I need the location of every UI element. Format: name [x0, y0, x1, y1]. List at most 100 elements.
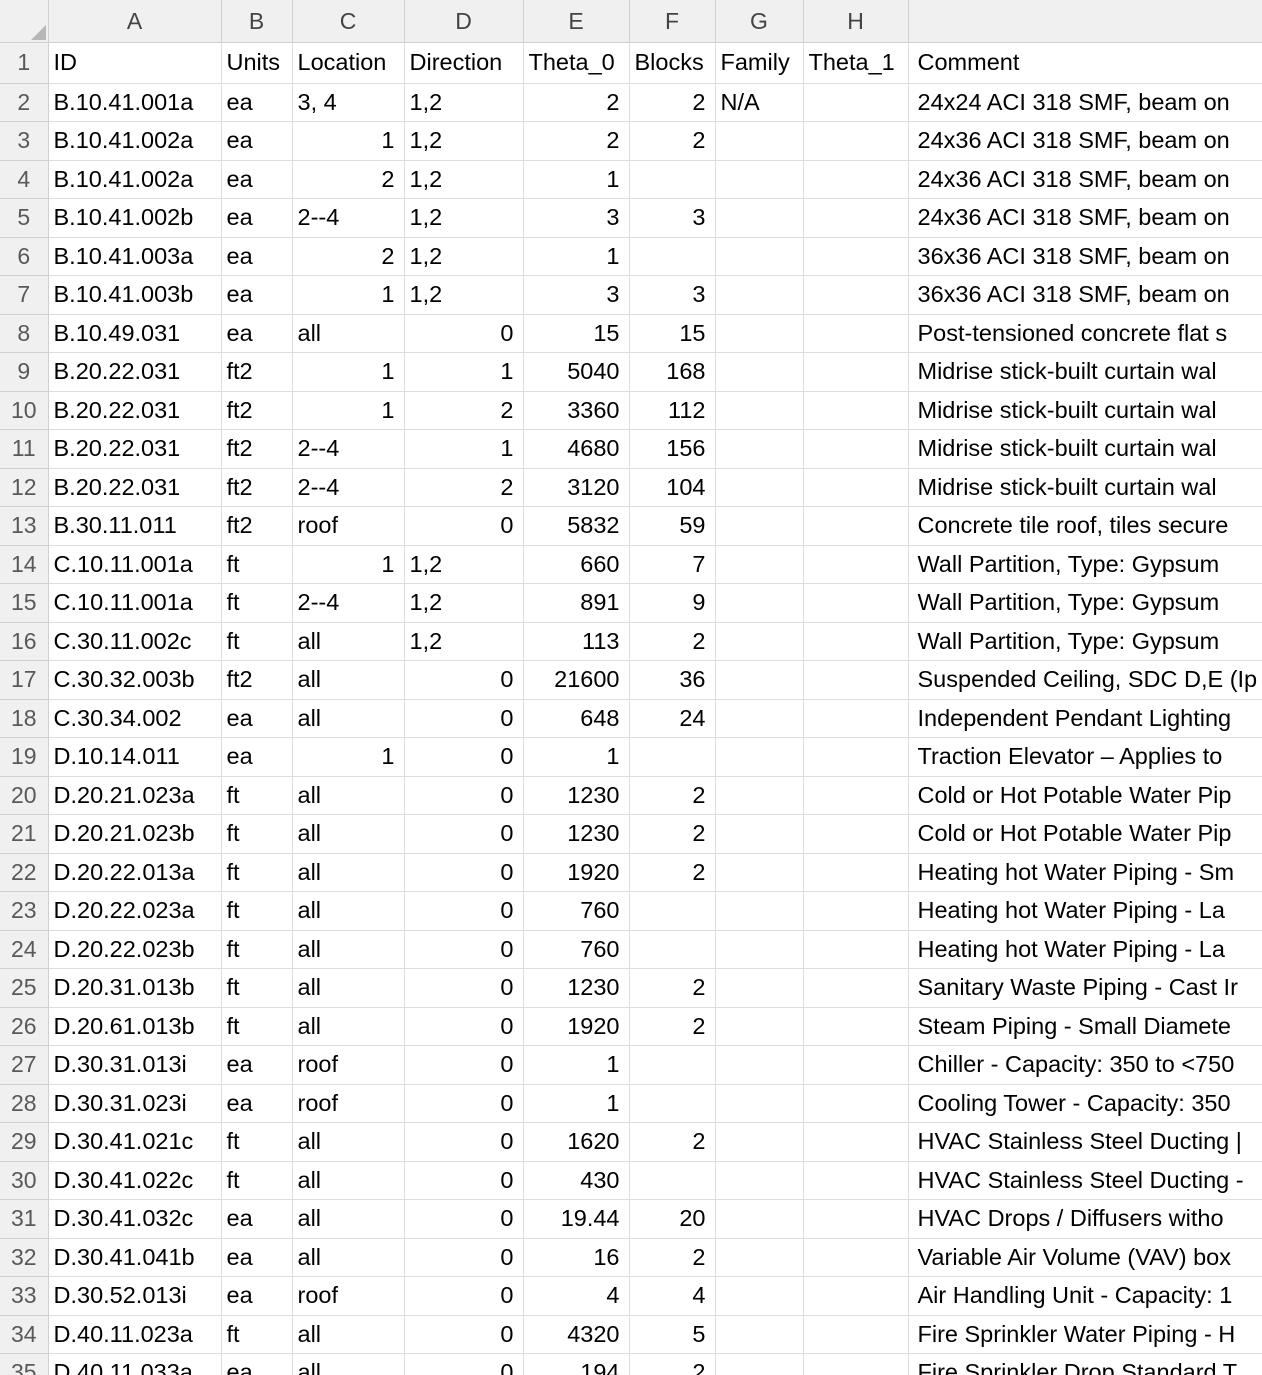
table-row[interactable]: 10 B.20.22.031 ft2 1 2 3360 112 Midrise stick-b…	[0, 391, 1262, 430]
cell-comment[interactable]: Midrise stick-built curtain wal	[908, 352, 1262, 392]
cell-blocks[interactable]: 2	[629, 814, 716, 854]
cell-location[interactable]: roof	[292, 506, 405, 546]
row-header-29[interactable]: 29	[0, 1122, 49, 1162]
table-row[interactable]: 2 B.10.41.001a ea 3, 4 1,2 2 2 N/A 24x24 ACI 318…	[0, 83, 1262, 122]
cell-family[interactable]	[715, 1276, 804, 1316]
cell-theta-0[interactable]: 4680	[523, 429, 630, 469]
cell-direction[interactable]: 2	[404, 391, 524, 430]
cell-theta-1[interactable]	[803, 1353, 909, 1375]
table-row[interactable]: 30 D.30.41.022c ft all 0 430 HVAC Stainless St…	[0, 1161, 1262, 1200]
row-header-33[interactable]: 33	[0, 1276, 49, 1316]
cell-location[interactable]: 1	[292, 391, 405, 430]
table-row[interactable]: 20 D.20.21.023a ft all 0 1230 2 Cold or Hot Pot…	[0, 776, 1262, 815]
cell-theta-0[interactable]: 194	[523, 1353, 630, 1375]
cell-comment[interactable]: Independent Pendant Lighting	[908, 699, 1262, 738]
cell-comment[interactable]: 36x36 ACI 318 SMF, beam on	[908, 237, 1262, 276]
cell-units[interactable]: ea	[221, 1084, 293, 1123]
row-header-19[interactable]: 19	[0, 737, 49, 777]
cell-units[interactable]: ft2	[221, 429, 293, 469]
cell-family[interactable]	[715, 930, 804, 969]
cell-family[interactable]	[715, 545, 804, 584]
cell-family[interactable]	[715, 1161, 804, 1200]
cell-comment[interactable]: Air Handling Unit - Capacity: 1	[908, 1276, 1262, 1316]
column-title-blocks[interactable]: Blocks	[629, 42, 716, 84]
cell-family[interactable]	[715, 776, 804, 815]
cell-comment[interactable]: Fire Sprinkler Drop Standard T	[908, 1353, 1262, 1375]
table-row[interactable]: 14 C.10.11.001a ft 1 1,2 660 7 Wall Partition, …	[0, 545, 1262, 584]
cell-location[interactable]: 2	[292, 237, 405, 276]
cell-id[interactable]: D.20.22.023a	[48, 891, 222, 931]
cell-theta-1[interactable]	[803, 1315, 909, 1354]
row-header-4[interactable]: 4	[0, 160, 49, 199]
cell-comment[interactable]: Midrise stick-built curtain wal	[908, 468, 1262, 507]
table-row[interactable]: 24 D.20.22.023b ft all 0 760 Heating hot Water…	[0, 930, 1262, 969]
cell-id[interactable]: C.10.11.001a	[48, 583, 222, 623]
cell-comment[interactable]: HVAC Stainless Steel Ducting |	[908, 1122, 1262, 1162]
cell-theta-1[interactable]	[803, 1276, 909, 1316]
cell-direction[interactable]: 0	[404, 660, 524, 700]
cell-theta-1[interactable]	[803, 1161, 909, 1200]
cell-comment[interactable]: HVAC Stainless Steel Ducting -	[908, 1161, 1262, 1200]
column-title-comment[interactable]: Comment	[908, 42, 1262, 84]
cell-family[interactable]	[715, 1199, 804, 1239]
cell-theta-0[interactable]: 3	[523, 198, 630, 238]
cell-direction[interactable]: 2	[404, 468, 524, 507]
cell-theta-0[interactable]: 1230	[523, 814, 630, 854]
cell-theta-1[interactable]	[803, 737, 909, 777]
cell-location[interactable]: all	[292, 776, 405, 815]
cell-direction[interactable]: 0	[404, 506, 524, 546]
cell-theta-0[interactable]: 760	[523, 891, 630, 931]
cell-direction[interactable]: 0	[404, 1122, 524, 1162]
cell-location[interactable]: all	[292, 1353, 405, 1375]
cell-location[interactable]: 2--4	[292, 468, 405, 507]
table-row[interactable]: 18 C.30.34.002 ea all 0 648 24 Independent Pend…	[0, 699, 1262, 738]
cell-location[interactable]: all	[292, 930, 405, 969]
cell-location[interactable]: 2--4	[292, 198, 405, 238]
column-title-theta-0[interactable]: Theta_0	[523, 42, 630, 84]
cell-family[interactable]	[715, 622, 804, 661]
cell-theta-0[interactable]: 1230	[523, 968, 630, 1008]
table-row[interactable]: 28 D.30.31.023i ea roof 0 1 Cooling Tower - Ca…	[0, 1084, 1262, 1123]
cell-location[interactable]: all	[292, 660, 405, 700]
row-header-3[interactable]: 3	[0, 121, 49, 161]
cell-blocks[interactable]: 104	[629, 468, 716, 507]
row-header-14[interactable]: 14	[0, 545, 49, 584]
cell-theta-1[interactable]	[803, 391, 909, 430]
cell-family[interactable]	[715, 468, 804, 507]
cell-id[interactable]: D.30.41.022c	[48, 1161, 222, 1200]
table-row[interactable]: 33 D.30.52.013i ea roof 0 4 4 Air Handling Unit…	[0, 1276, 1262, 1316]
cell-id[interactable]: C.10.11.001a	[48, 545, 222, 584]
cell-theta-1[interactable]	[803, 930, 909, 969]
column-title-direction[interactable]: Direction	[404, 42, 524, 84]
cell-comment[interactable]: 24x36 ACI 318 SMF, beam on	[908, 160, 1262, 199]
cell-units[interactable]: ea	[221, 121, 293, 161]
cell-units[interactable]: ft	[221, 583, 293, 623]
row-header-31[interactable]: 31	[0, 1199, 49, 1239]
cell-theta-0[interactable]: 21600	[523, 660, 630, 700]
cell-id[interactable]: D.20.22.013a	[48, 853, 222, 892]
cell-id[interactable]: D.20.22.023b	[48, 930, 222, 969]
cell-direction[interactable]: 1	[404, 429, 524, 469]
table-row[interactable]: 31 D.30.41.032c ea all 0 19.44 20 HVAC Drops / …	[0, 1199, 1262, 1239]
cell-units[interactable]: ft	[221, 891, 293, 931]
cell-theta-0[interactable]: 4	[523, 1276, 630, 1316]
cell-blocks[interactable]	[629, 930, 716, 969]
row-header-27[interactable]: 27	[0, 1045, 49, 1085]
cell-direction[interactable]: 0	[404, 699, 524, 738]
cell-family[interactable]	[715, 968, 804, 1008]
cell-comment[interactable]: 24x36 ACI 318 SMF, beam on	[908, 198, 1262, 238]
cell-theta-0[interactable]: 16	[523, 1238, 630, 1277]
row-header-35[interactable]: 35	[0, 1353, 49, 1375]
cell-units[interactable]: ea	[221, 1199, 293, 1239]
cell-id[interactable]: B.10.49.031	[48, 314, 222, 353]
row-header-30[interactable]: 30	[0, 1161, 49, 1200]
column-header-a[interactable]: A	[48, 0, 222, 43]
cell-family[interactable]	[715, 160, 804, 199]
cell-theta-1[interactable]	[803, 468, 909, 507]
cell-family[interactable]	[715, 275, 804, 315]
cell-theta-0[interactable]: 660	[523, 545, 630, 584]
cell-location[interactable]: all	[292, 1122, 405, 1162]
cell-units[interactable]: ft2	[221, 506, 293, 546]
cell-theta-0[interactable]: 5040	[523, 352, 630, 392]
cell-comment[interactable]: Post-tensioned concrete flat s	[908, 314, 1262, 353]
